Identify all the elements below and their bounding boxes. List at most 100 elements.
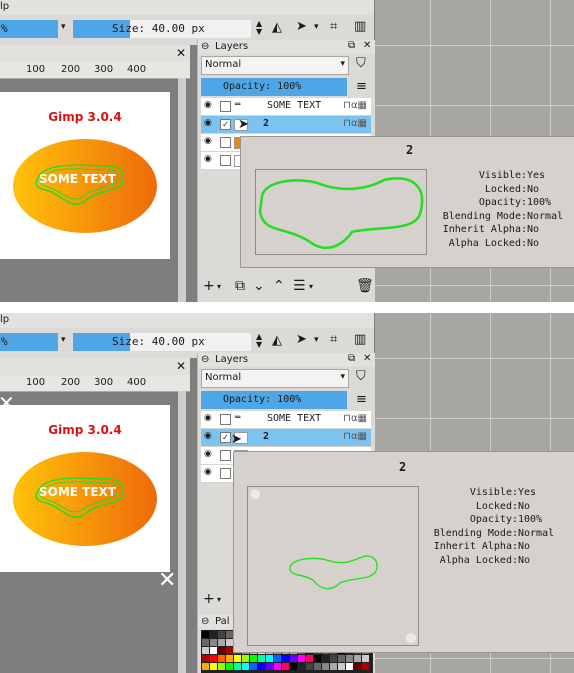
palette-swatch[interactable] <box>346 655 353 662</box>
link-checkbox[interactable]: ✓ <box>220 432 231 443</box>
palette-swatch[interactable] <box>354 655 361 662</box>
detach-icon[interactable]: ⧉ <box>348 353 355 364</box>
menu-icon[interactable]: ≡ <box>356 392 367 407</box>
palette-swatch[interactable] <box>362 663 369 670</box>
layer-row-selected[interactable]: ◉ ✓ 2 ⊓α▦ <box>201 116 371 134</box>
palette-swatch[interactable] <box>210 655 217 662</box>
image-canvas[interactable]: Gimp 3.0.4 SOME TEXT <box>0 92 170 259</box>
palette-swatch[interactable] <box>226 631 233 638</box>
eye-icon[interactable]: ◉ <box>204 432 214 441</box>
vertical-scrollbar[interactable] <box>178 78 186 302</box>
corner-handle-icon[interactable]: ✕ <box>158 568 176 593</box>
palette-swatch[interactable] <box>234 655 241 662</box>
link-checkbox[interactable] <box>220 155 231 166</box>
align-icon[interactable]: ☰ <box>293 278 306 294</box>
link-checkbox[interactable] <box>220 450 231 461</box>
close-icon[interactable]: ✕ <box>176 46 186 60</box>
stepper-icon[interactable]: ▲ ▼ <box>256 20 262 36</box>
palette-swatch[interactable] <box>298 663 305 670</box>
close-icon[interactable]: ✕ <box>363 40 371 51</box>
palette-swatch[interactable] <box>202 647 209 654</box>
link-checkbox[interactable] <box>220 101 231 112</box>
palette-swatch[interactable] <box>330 655 337 662</box>
stepper-icon[interactable]: ▲ ▼ <box>256 333 262 349</box>
palette-swatch[interactable] <box>282 655 289 662</box>
close-icon[interactable]: ✕ <box>176 359 186 373</box>
chevron-down-icon[interactable]: ▾ <box>217 282 221 291</box>
palette-swatch[interactable] <box>210 647 217 654</box>
palette-swatch[interactable] <box>322 663 329 670</box>
add-icon[interactable]: + <box>203 278 215 294</box>
palette-swatch[interactable] <box>322 655 329 662</box>
direction-icon[interactable]: ➤ <box>296 19 307 34</box>
palette-swatch[interactable] <box>202 663 209 670</box>
palette-swatch[interactable] <box>226 663 233 670</box>
opacity-field-left[interactable]: % <box>0 20 58 38</box>
mode-select[interactable]: Normal ▾ <box>201 56 349 75</box>
layer-row-selected[interactable]: ◉ ✓ 2 ⊓α▦ <box>201 429 371 447</box>
palette-swatch[interactable] <box>258 663 265 670</box>
layer-row[interactable]: ◉ ═ SOME TEXT ⊓α▦ <box>201 98 371 116</box>
panel-icon[interactable]: ▥ <box>354 332 366 347</box>
layer-row[interactable]: ◉ ═ SOME TEXT ⊓α▦ <box>201 411 371 429</box>
palette-swatch[interactable] <box>218 663 225 670</box>
link-checkbox[interactable]: ✓ <box>220 119 231 130</box>
chevron-down-icon[interactable]: ▾ <box>61 22 66 32</box>
flip-icon[interactable]: ◭ <box>272 333 282 348</box>
palette-swatch[interactable] <box>290 655 297 662</box>
lock-alpha-icon[interactable]: ⊓α▦ <box>343 413 367 424</box>
eye-icon[interactable]: ◉ <box>204 137 214 146</box>
palette-swatch[interactable] <box>226 647 233 654</box>
opacity-slider[interactable]: Opacity: 100% <box>201 78 347 96</box>
palette-swatch[interactable] <box>250 655 257 662</box>
eye-icon[interactable]: ◉ <box>204 468 214 477</box>
eye-icon[interactable]: ◉ <box>204 155 214 164</box>
palette-swatch[interactable] <box>226 639 233 646</box>
palette-swatch[interactable] <box>290 663 297 670</box>
lock-alpha-icon[interactable]: ⊓α▦ <box>343 431 367 442</box>
palette-swatch[interactable] <box>226 655 233 662</box>
menu-icon[interactable]: ≡ <box>356 79 367 94</box>
palette-swatch[interactable] <box>202 639 209 646</box>
palette-swatch[interactable] <box>218 631 225 638</box>
eye-icon[interactable]: ◉ <box>204 450 214 459</box>
image-canvas[interactable]: Gimp 3.0.4 SOME TEXT <box>0 405 170 572</box>
palette-swatch[interactable] <box>346 663 353 670</box>
palette-swatch[interactable] <box>330 663 337 670</box>
palette-swatch[interactable] <box>202 631 209 638</box>
palette-swatch[interactable] <box>258 655 265 662</box>
eye-icon[interactable]: ◉ <box>204 414 214 423</box>
palette-swatch[interactable] <box>266 663 273 670</box>
chevron-down-icon[interactable]: ▾ <box>217 595 221 604</box>
trash-icon[interactable]: 🗑 <box>356 278 374 294</box>
corner-handle-icon[interactable]: ✕ <box>0 391 15 415</box>
palette-swatch[interactable] <box>250 663 257 670</box>
link-checkbox[interactable] <box>220 137 231 148</box>
palette-swatch[interactable] <box>242 655 249 662</box>
duplicate-icon[interactable]: ⧉ <box>235 278 245 294</box>
palette-swatch[interactable] <box>306 655 313 662</box>
eye-icon[interactable]: ◉ <box>204 119 214 128</box>
filter-icon[interactable]: ⛉ <box>356 56 366 71</box>
opacity-field-left[interactable]: % <box>0 333 58 351</box>
arrow-up-icon[interactable]: ⌃ <box>273 278 285 294</box>
mode-select[interactable]: Normal ▾ <box>201 369 349 388</box>
palette-swatch[interactable] <box>306 663 313 670</box>
palette-swatch[interactable] <box>218 655 225 662</box>
chevron-down-icon[interactable]: ▾ <box>309 282 313 291</box>
palette-swatch[interactable] <box>218 647 225 654</box>
chevron-down-icon[interactable]: ▾ <box>314 22 319 32</box>
palette-swatch[interactable] <box>298 655 305 662</box>
flip-icon[interactable]: ◭ <box>272 20 282 35</box>
add-icon[interactable]: + <box>203 591 215 607</box>
palette-swatch[interactable] <box>210 663 217 670</box>
palette-swatch[interactable] <box>242 663 249 670</box>
link-checkbox[interactable] <box>220 468 231 479</box>
palette-swatch[interactable] <box>234 663 241 670</box>
lock-alpha-icon[interactable]: ⊓α▦ <box>343 100 367 111</box>
crop-icon[interactable]: ⌗ <box>330 332 337 347</box>
size-field[interactable]: Size: 40.00 px <box>73 333 251 351</box>
palette-swatch[interactable] <box>338 655 345 662</box>
opacity-slider[interactable]: Opacity: 100% <box>201 391 347 409</box>
arrow-down-icon[interactable]: ⌄ <box>253 278 265 294</box>
